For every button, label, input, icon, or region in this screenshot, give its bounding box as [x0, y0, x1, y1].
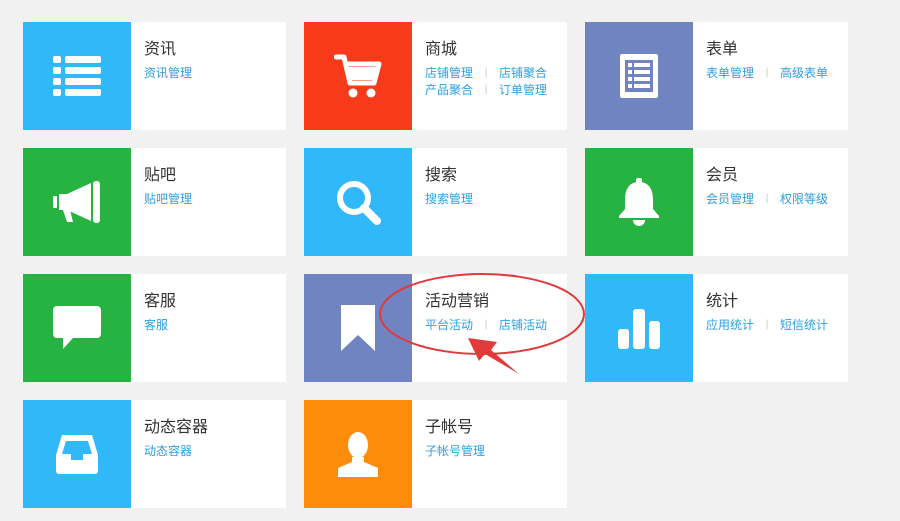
- card-forms[interactable]: 表单 表单管理 | 高级表单: [585, 22, 848, 130]
- card-link[interactable]: 子帐号管理: [425, 443, 485, 459]
- card-icon-box: [23, 400, 131, 508]
- form-icon: [620, 54, 658, 98]
- card-members[interactable]: 会员 会员管理 | 权限等级: [585, 148, 848, 256]
- app-grid: 资讯 资讯管理 商城 店铺管理 | 店铺聚合 产品聚合 | 订单管理 表单 表单…: [0, 0, 900, 521]
- card-link[interactable]: 会员管理: [706, 191, 754, 207]
- card-link[interactable]: 店铺聚合: [499, 65, 547, 81]
- card-title: 商城: [425, 39, 458, 58]
- card-link[interactable]: 高级表单: [780, 65, 828, 81]
- link-separator: |: [765, 67, 769, 78]
- card-icon-box: [304, 22, 412, 130]
- card-link[interactable]: 动态容器: [144, 443, 192, 459]
- card-link[interactable]: 搜索管理: [425, 191, 473, 207]
- card-title: 贴吧: [144, 165, 177, 184]
- link-separator: |: [765, 319, 769, 330]
- card-link[interactable]: 贴吧管理: [144, 191, 192, 207]
- card-link[interactable]: 店铺管理: [425, 65, 473, 81]
- megaphone-icon: [53, 181, 100, 223]
- card-dynamic-container[interactable]: 动态容器 动态容器: [23, 400, 286, 508]
- card-link[interactable]: 客服: [144, 317, 168, 333]
- user-icon: [338, 432, 378, 477]
- link-separator: |: [484, 84, 488, 95]
- card-icon-box: [585, 22, 693, 130]
- card-icon-box: [304, 400, 412, 508]
- card-title: 会员: [706, 165, 739, 184]
- link-separator: |: [484, 67, 488, 78]
- card-icon-box: [585, 148, 693, 256]
- card-link[interactable]: 应用统计: [706, 317, 754, 333]
- chat-bubble-icon: [53, 306, 101, 349]
- card-title: 动态容器: [144, 417, 209, 436]
- link-separator: |: [484, 319, 488, 330]
- card-forum[interactable]: 贴吧 贴吧管理: [23, 148, 286, 256]
- search-icon: [337, 181, 381, 225]
- card-link[interactable]: 短信统计: [780, 317, 828, 333]
- card-sub-account[interactable]: 子帐号 子帐号管理: [304, 400, 567, 508]
- card-icon-box: [23, 22, 131, 130]
- bar-chart-icon: [618, 309, 660, 349]
- card-search[interactable]: 搜索 搜索管理: [304, 148, 567, 256]
- card-title: 资讯: [144, 39, 177, 58]
- card-link[interactable]: 权限等级: [780, 191, 828, 207]
- inbox-tray-icon: [56, 435, 98, 474]
- card-link[interactable]: 产品聚合: [425, 82, 473, 98]
- cart-icon: [334, 54, 382, 98]
- card-icon-box: [23, 148, 131, 256]
- card-title: 统计: [706, 291, 739, 310]
- card-link[interactable]: 表单管理: [706, 65, 754, 81]
- card-link[interactable]: 资讯管理: [144, 65, 192, 81]
- card-icon-box: [23, 274, 131, 382]
- card-icon-box: [585, 274, 693, 382]
- card-title: 活动营销: [425, 291, 490, 310]
- card-title: 表单: [706, 39, 739, 58]
- card-mall[interactable]: 商城 店铺管理 | 店铺聚合 产品聚合 | 订单管理: [304, 22, 567, 130]
- card-link[interactable]: 店铺活动: [499, 317, 547, 333]
- link-separator: |: [765, 193, 769, 204]
- card-icon-box: [304, 148, 412, 256]
- card-link[interactable]: 平台活动: [425, 317, 473, 333]
- card-title: 搜索: [425, 165, 458, 184]
- card-link[interactable]: 订单管理: [499, 82, 547, 98]
- card-statistics[interactable]: 统计 应用统计 | 短信统计: [585, 274, 848, 382]
- bookmark-icon: [341, 305, 375, 351]
- card-marketing[interactable]: 活动营销 平台活动 | 店铺活动: [304, 274, 567, 382]
- card-title: 客服: [144, 291, 177, 310]
- list-icon: [53, 56, 101, 96]
- bell-icon: [619, 178, 659, 226]
- card-title: 子帐号: [425, 417, 474, 436]
- card-icon-box: [304, 274, 412, 382]
- card-service[interactable]: 客服 客服: [23, 274, 286, 382]
- card-news[interactable]: 资讯 资讯管理: [23, 22, 286, 130]
